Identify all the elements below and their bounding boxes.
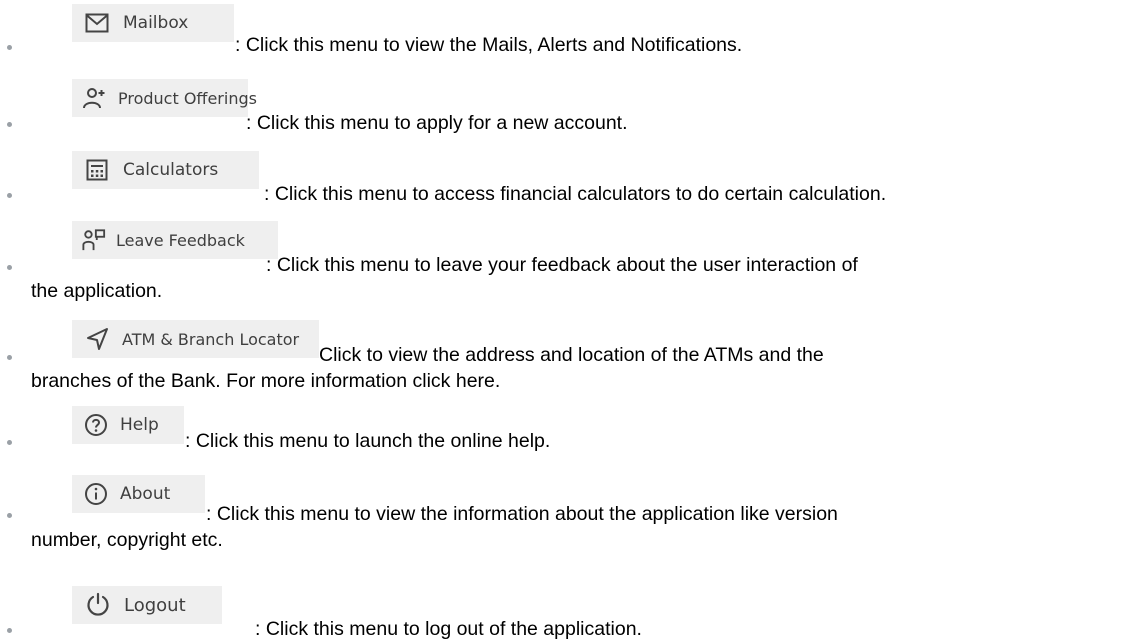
product-offerings-description: : Click this menu to apply for a new acc… xyxy=(246,112,628,134)
question-circle-icon xyxy=(84,413,108,437)
about-description-line-1: : Click this menu to view the informatio… xyxy=(206,503,838,525)
product-offerings-button[interactable]: Product Offerings xyxy=(72,79,257,117)
logout-description: : Click this menu to log out of the appl… xyxy=(255,618,642,640)
bullet xyxy=(7,355,12,360)
mailbox-label: Mailbox xyxy=(123,13,189,33)
bullet xyxy=(7,265,12,270)
about-button[interactable]: About xyxy=(72,475,205,513)
envelope-icon xyxy=(85,11,109,35)
info-circle-icon xyxy=(84,482,108,506)
about-description-line-2: number, copyright etc. xyxy=(31,529,223,551)
leave-feedback-description-line-1: : Click this menu to leave your feedback… xyxy=(266,254,858,276)
calculator-icon xyxy=(85,158,109,182)
product-offerings-label: Product Offerings xyxy=(118,88,257,108)
atm-branch-locator-description-line-2: branches of the Bank. For more informati… xyxy=(31,370,501,392)
leave-feedback-description-line-2: the application. xyxy=(31,280,163,302)
calculators-button[interactable]: Calculators xyxy=(72,151,259,189)
logout-button[interactable]: Logout xyxy=(72,586,222,624)
atm-branch-locator-button[interactable]: ATM & Branch Locator xyxy=(72,320,319,358)
about-label: About xyxy=(120,484,171,504)
bullet xyxy=(7,122,12,127)
bullet xyxy=(7,628,12,633)
help-description: : Click this menu to launch the online h… xyxy=(185,430,551,452)
mailbox-button[interactable]: Mailbox xyxy=(72,4,234,42)
power-icon xyxy=(86,592,110,617)
bullet xyxy=(7,45,12,50)
atm-branch-locator-label: ATM & Branch Locator xyxy=(122,329,300,349)
logout-label: Logout xyxy=(124,594,186,616)
calculators-description: : Click this menu to access financial ca… xyxy=(264,183,887,205)
help-button[interactable]: Help xyxy=(72,406,184,444)
help-label: Help xyxy=(120,415,159,435)
mailbox-description: : Click this menu to view the Mails, Ale… xyxy=(235,34,743,56)
leave-feedback-description: : Click this menu to leave your feedback… xyxy=(266,252,858,278)
navigation-arrow-icon xyxy=(86,327,110,351)
feedback-icon xyxy=(82,228,106,252)
leave-feedback-label: Leave Feedback xyxy=(116,230,245,250)
calculators-label: Calculators xyxy=(123,160,219,180)
leave-feedback-button[interactable]: Leave Feedback xyxy=(72,221,278,259)
atm-branch-locator-description-line-1: Click to view the address and location o… xyxy=(319,344,824,366)
add-user-icon xyxy=(82,86,106,110)
bullet xyxy=(7,513,12,518)
bullet xyxy=(7,193,12,198)
bullet xyxy=(7,440,12,445)
